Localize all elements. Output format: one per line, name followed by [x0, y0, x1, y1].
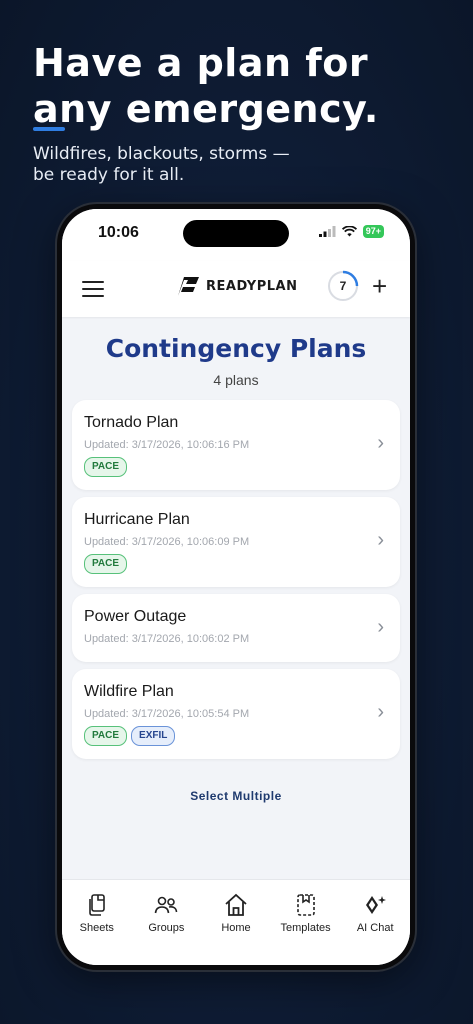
readyplan-flag-icon [178, 277, 199, 296]
plan-tags: PACE [84, 457, 128, 477]
page-title: Contingency Plans [105, 334, 367, 363]
hero-headline-line2: any emergency. [33, 87, 379, 131]
plan-card-tornado[interactable]: Tornado Plan Updated: 3/17/2026, 10:06:1… [72, 400, 400, 490]
tab-sheets[interactable]: Sheets [66, 892, 128, 965]
chevron-right-icon: › [377, 701, 384, 723]
brand-logo: READYPLAN [174, 275, 297, 297]
plan-title: Wildfire Plan [84, 683, 174, 700]
menu-icon[interactable] [82, 281, 104, 297]
tag-pace: PACE [84, 726, 128, 746]
battery-indicator: 97+ [362, 225, 384, 238]
signal-icon [318, 226, 336, 237]
tab-ai-chat[interactable]: AI Chat [344, 892, 406, 965]
accent-underline [33, 127, 65, 131]
tab-label: AI Chat [356, 922, 394, 934]
home-icon [205, 892, 267, 918]
hero-subline-line2: be ready for it all. [33, 165, 185, 185]
hero-subline-line1: Wildfires, blackouts, storms — [33, 144, 290, 164]
plan-updated: Updated: 3/17/2026, 10:05:54 PM [84, 708, 250, 720]
sheets-icon [66, 892, 128, 918]
hero-headline-line1: Have a plan for [33, 41, 369, 85]
plan-title: Hurricane Plan [84, 511, 190, 528]
chevron-right-icon: › [377, 616, 384, 638]
status-bar: 10:06 97+ [62, 209, 410, 261]
plan-card-hurricane[interactable]: Hurricane Plan Updated: 3/17/2026, 10:06… [72, 497, 400, 587]
plan-updated: Updated: 3/17/2026, 10:06:16 PM [84, 439, 250, 451]
plan-title: Tornado Plan [84, 414, 179, 431]
bottom-tab-bar: Sheets Groups Home Templates AI Chat [62, 879, 410, 965]
hero-subline: Wildfires, blackouts, storms — be ready … [33, 144, 453, 186]
ai-chat-icon [344, 892, 406, 918]
plan-tags: PACE [84, 554, 128, 574]
tab-templates[interactable]: Templates [275, 892, 337, 965]
tab-label: Groups [148, 922, 185, 934]
plan-tags: PACE EXFIL [84, 726, 176, 746]
tag-exfil: EXFIL [131, 726, 176, 746]
plan-count: 4 plans [213, 372, 259, 388]
hero-headline: Have a plan for any emergency. [33, 40, 453, 132]
app-bar: READYPLAN 7 + [62, 261, 410, 317]
select-multiple-button[interactable]: Select Multiple [62, 789, 410, 803]
plan-card-wildfire[interactable]: Wildfire Plan Updated: 3/17/2026, 10:05:… [72, 669, 400, 759]
brand-name: READYPLAN [206, 278, 298, 294]
wifi-icon [341, 226, 357, 237]
status-icons: 97+ [318, 225, 384, 238]
tab-label: Home [221, 922, 251, 934]
badge-count: 7 [339, 279, 347, 293]
plan-card-power-outage[interactable]: Power Outage Updated: 3/17/2026, 10:06:0… [72, 594, 400, 662]
tab-home[interactable]: Home [205, 892, 267, 965]
tab-groups[interactable]: Groups [135, 892, 197, 965]
status-time: 10:06 [98, 224, 139, 241]
hero: Have a plan for any emergency. Wildfires… [33, 40, 453, 186]
phone-frame: 10:06 97+ READYPLAN 7 + Contingency Plan… [57, 204, 415, 970]
plan-updated: Updated: 3/17/2026, 10:06:02 PM [84, 633, 250, 645]
add-button[interactable]: + [372, 273, 387, 299]
tab-label: Sheets [79, 922, 114, 934]
plan-updated: Updated: 3/17/2026, 10:06:09 PM [84, 536, 250, 548]
chevron-right-icon: › [377, 432, 384, 454]
tag-pace: PACE [84, 554, 128, 574]
groups-icon [135, 892, 197, 918]
dynamic-island [183, 220, 289, 247]
notification-badge[interactable]: 7 [327, 270, 359, 302]
app-screen: 10:06 97+ READYPLAN 7 + Contingency Plan… [62, 209, 410, 965]
templates-icon [275, 892, 337, 918]
plan-title: Power Outage [84, 608, 187, 625]
tab-label: Templates [280, 922, 331, 934]
tag-pace: PACE [84, 457, 128, 477]
chevron-right-icon: › [377, 529, 384, 551]
